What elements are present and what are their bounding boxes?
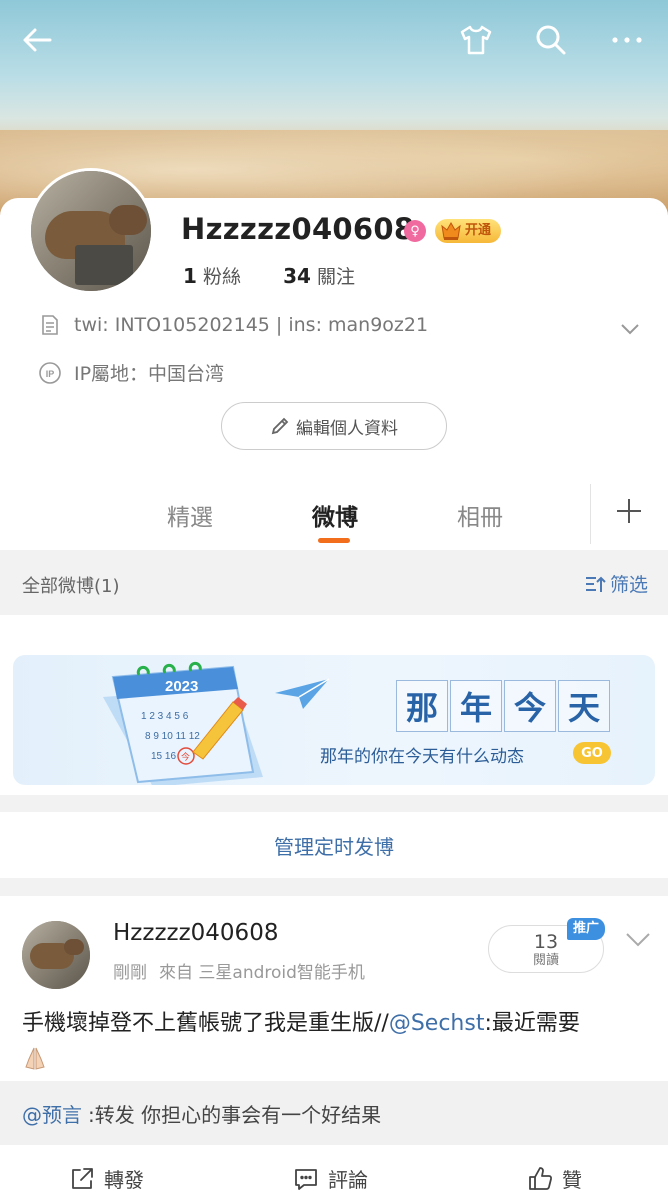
profile-stats: 1 粉絲 34 關注 [183,262,355,289]
document-icon [42,315,58,335]
like-label: 贊 [562,1168,582,1192]
post-time: 剛剛 [113,963,147,983]
tab-album[interactable]: 相冊 [457,498,503,532]
followers-count: 1 [183,264,197,288]
profile-username: Hzzzzz040608 [181,212,415,246]
svg-text:IP: IP [46,369,55,379]
ip-location-text: IP屬地：中国台湾 [74,363,225,385]
like-button[interactable]: 贊 [526,1164,582,1193]
ip-row: IP IP屬地：中国台湾 [38,359,224,386]
repost-button[interactable]: 轉發 [68,1164,144,1193]
retweet-mention-link[interactable]: @预言 [22,1099,82,1128]
bio-text: twi: INTO105202145 | ins: man9oz21 [74,314,429,336]
back-button[interactable] [16,18,60,62]
filter-label: 筛选 [610,574,649,596]
post-avatar-capybara-head [64,939,84,955]
retweet-text: :转发 你担心的事会有一个好结果 [88,1102,382,1127]
search-icon [536,25,566,55]
promo-title-char: 今 [504,680,556,732]
pencil-icon [271,417,289,435]
vip-label: 开通 [465,223,492,238]
all-posts-count: 全部微博(1) [22,576,120,597]
search-button[interactable] [528,18,572,62]
svg-text:1 2 3 4 5 6: 1 2 3 4 5 6 [141,711,189,722]
post-mention-link[interactable]: @Sechst [389,1011,485,1036]
promo-section: 2023 1 2 3 4 5 6 8 9 10 11 12 15 16 今 那 … [0,615,668,795]
ip-icon: IP [39,361,61,384]
promo-subtitle: 那年的你在今天有什么动态 [320,747,524,767]
post-author-avatar[interactable] [22,921,90,989]
avatar-capybara-head [109,205,147,235]
comment-button[interactable]: 評論 [292,1164,368,1193]
retweet-snippet[interactable]: @预言:转发 你担心的事会有一个好结果 [0,1081,668,1145]
post-card[interactable]: Hzzzzz040608 剛剛 來自 三星android智能手机 13 閱讀 推广… [0,896,668,1200]
calendar-year: 2023 [165,678,198,695]
back-arrow-icon [23,28,52,52]
promo-go-button[interactable]: GO [573,742,611,764]
edit-profile-label: 編輯個人資料 [296,418,398,439]
post-menu-button[interactable] [623,924,653,954]
promo-title-char: 天 [558,680,610,732]
filter-button[interactable]: 筛选 [584,570,648,597]
calendar-illustration: 2023 1 2 3 4 5 6 8 9 10 11 12 15 16 今 [103,661,263,785]
thumbs-up-icon [529,1166,553,1190]
promo-title: 那 年 今 天 [396,680,612,732]
comment-icon [295,1168,317,1190]
share-icon [72,1167,93,1189]
read-label: 閱讀 [532,953,559,968]
filter-icon [586,576,606,592]
filter-bar: 全部微博(1) 筛选 [0,551,668,615]
promo-title-char: 那 [396,680,448,732]
edit-profile-button[interactable]: 編輯個人資料 [221,402,447,450]
plus-icon [617,499,641,523]
expand-bio-button[interactable] [617,316,643,342]
post-text: 手機壞掉登不上舊帳號了我是重生版//@Sechst:最近需要 [22,1006,652,1078]
svg-text:15 16: 15 16 [151,751,176,762]
profile-tabs: 精選 微博 相冊 [0,470,668,550]
repost-label: 轉發 [104,1168,144,1192]
svg-text:8 9 10 11 12: 8 9 10 11 12 [145,731,200,742]
avatar-box [75,245,133,285]
tab-featured[interactable]: 精選 [167,498,213,532]
promote-tag[interactable]: 推广 [567,918,606,940]
praying-hands-emoji-icon [25,1047,45,1070]
add-tab-button[interactable] [612,494,646,528]
post-meta: 剛剛 來自 三星android智能手机 [113,958,365,983]
post-text-tail: :最近需要 [484,1011,580,1036]
post-text-body: 手機壞掉登不上舊帳號了我是重生版// [22,1011,389,1036]
following-stat[interactable]: 34 關注 [283,264,355,288]
more-icon [612,37,642,43]
vip-badge[interactable]: 开通 [435,219,502,243]
shirt-icon [460,25,492,55]
bio-row[interactable]: twi: INTO105202145 | ins: man9oz21 [38,313,428,337]
promo-title-char: 年 [450,680,502,732]
post-author-name[interactable]: Hzzzzz040608 [113,920,278,946]
chevron-down-icon [626,933,650,947]
more-button[interactable] [605,18,649,62]
calendar-today-mark: 今 [181,751,190,763]
following-label: 關注 [316,266,355,288]
comment-label: 評論 [328,1168,368,1192]
followers-stat[interactable]: 1 粉絲 [183,264,241,288]
manage-scheduled-posts-button[interactable]: 管理定时发博 [0,812,668,878]
tab-weibo[interactable]: 微博 [312,498,358,532]
following-count: 34 [283,264,311,288]
paper-plane-icon [275,678,330,709]
tab-divider [590,484,591,544]
dress-up-button[interactable] [454,18,498,62]
avatar[interactable] [28,168,154,294]
chevron-down-icon [621,324,639,335]
crown-icon [441,221,461,240]
post-source: 來自 三星android智能手机 [159,963,365,983]
followers-label: 粉絲 [202,266,241,288]
active-tab-indicator [318,538,350,543]
on-this-day-banner[interactable]: 2023 1 2 3 4 5 6 8 9 10 11 12 15 16 今 那 … [13,655,655,785]
gender-symbol: ♀ [410,223,420,239]
gender-female-icon: ♀ [404,220,426,242]
post-actions: 轉發 評論 贊 [0,1154,668,1200]
